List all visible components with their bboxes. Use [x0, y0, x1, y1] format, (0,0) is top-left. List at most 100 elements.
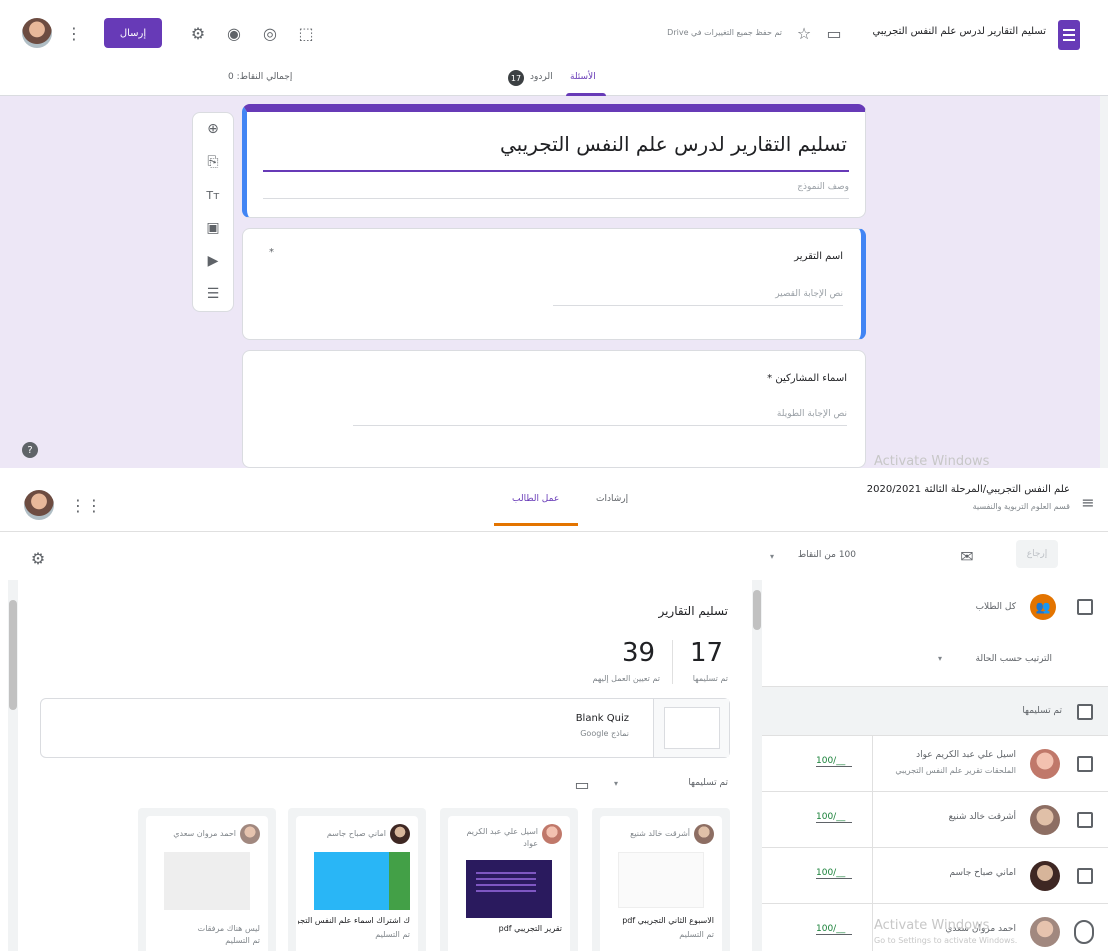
forms-logo-icon[interactable] [1058, 20, 1080, 50]
question-card[interactable]: اسم التقرير * نص الإجابة القصير [242, 228, 866, 340]
question-label[interactable]: اسماء المشاركين * [767, 373, 847, 384]
student-row[interactable]: اسيل علي عبد الكريم عواد الملحقات تقرير … [762, 736, 1108, 792]
grade-input[interactable]: 100/__ [816, 812, 852, 823]
grade-input[interactable]: 100/__ [816, 924, 852, 935]
student-name[interactable]: اماني صباح جاسم [949, 868, 1016, 878]
grade-input[interactable]: 100/__ [816, 868, 852, 879]
stat-assigned-value: 39 [622, 638, 656, 668]
chevron-down-icon[interactable]: ▾ [614, 779, 618, 788]
file-thumbnail [314, 852, 410, 910]
student-avatar [240, 824, 260, 844]
column-divider [872, 904, 873, 951]
tab-student-work[interactable]: عمل الطالب [512, 494, 559, 504]
student-avatar [542, 824, 562, 844]
student-avatar [1030, 805, 1060, 835]
file-name[interactable]: ك اشتراك اسماء علم النفس التجريبي [298, 916, 410, 925]
form-title[interactable]: تسليم التقارير لدرس علم النفس التجريبي [500, 132, 847, 156]
sort-dropdown[interactable]: الترتيب حسب الحالة [976, 654, 1053, 664]
scroll-thumb[interactable] [753, 590, 761, 630]
classroom-header: ⋮⋮ عمل الطالب إرشادات علم النفس التجريبي… [0, 468, 1108, 532]
scroll-thumb[interactable] [9, 600, 17, 710]
student-avatar [1030, 861, 1060, 891]
folder-icon[interactable]: ▭ [822, 21, 846, 45]
section-checkbox[interactable] [1077, 704, 1093, 720]
form-name[interactable]: تسليم التقارير لدرس علم النفس التجريبي [872, 26, 1046, 37]
add-section-icon[interactable]: ☰ [203, 284, 223, 304]
folder-icon[interactable]: ▭ [570, 772, 594, 796]
submission-card[interactable]: احمد مروان سعدي ليس هناك مرفقات تم التسل… [138, 808, 276, 951]
palette-icon[interactable]: ◎ [258, 21, 282, 45]
settings-icon[interactable]: ⚙ [186, 21, 210, 45]
class-name[interactable]: علم النفس التجريبي/المرحلة الثالثة 2020/… [867, 484, 1070, 495]
file-name[interactable]: الاسبوع الثاني التجريبي pdf [602, 916, 714, 925]
forms-scrollbar[interactable] [1100, 96, 1108, 468]
send-button[interactable]: إرسال [104, 18, 162, 48]
thumbnail-lines [476, 872, 536, 874]
activate-windows-watermark: Activate Windows [874, 918, 990, 933]
student-avatar [1030, 917, 1060, 947]
file-thumbnail [618, 852, 704, 908]
question-card[interactable]: اسماء المشاركين * نص الإجابة الطويلة [242, 350, 866, 468]
stat-turned-in-label: تم تسليمها [692, 674, 728, 683]
submission-card[interactable]: أشرقت خالد شنيع الاسبوع الثاني التجريبي … [592, 808, 730, 951]
form-title-card[interactable]: تسليم التقارير لدرس علم النفس التجريبي و… [242, 104, 866, 218]
drive-save-status: تم حفظ جميع التغييرات في Drive [667, 28, 782, 37]
stat-assigned-label: تم تعيين العمل إليهم [592, 674, 660, 683]
tab-responses[interactable]: الردود [530, 72, 553, 82]
student-avatar [694, 824, 714, 844]
return-button[interactable]: إرجاع [1016, 540, 1058, 568]
student-name[interactable]: أشرقت خالد شنيع [949, 812, 1016, 822]
more-vert-icon[interactable]: ⋮ [62, 21, 86, 45]
forms-editor: ⋮ إرسال ⚙ ◉ ◎ ⬚ تسليم التقارير لدرس علم … [0, 0, 1108, 468]
student-name: احمد مروان سعدي [173, 829, 236, 838]
points-select[interactable]: 100 من النقاط [796, 550, 856, 560]
add-video-icon[interactable]: ▶ [203, 251, 223, 271]
submission-card[interactable]: اسيل علي عبد الكريم عواد تقرير التجريبي … [440, 808, 578, 951]
select-all-checkbox[interactable] [1077, 599, 1093, 615]
add-question-icon[interactable]: ⊕ [203, 119, 223, 139]
submission-card[interactable]: اماني صباح جاسم ك اشتراك اسماء علم النفس… [288, 808, 426, 951]
all-students-label[interactable]: كل الطلاب [976, 602, 1016, 612]
help-icon[interactable]: ? [22, 442, 38, 458]
settings-icon[interactable]: ⚙ [26, 546, 50, 570]
empty-thumbnail [164, 852, 250, 910]
menu-icon[interactable]: ≡ [1076, 490, 1100, 514]
chevron-down-icon[interactable]: ▾ [770, 552, 774, 561]
account-avatar[interactable] [24, 490, 54, 520]
submission-card-body: احمد مروان سعدي ليس هناك مرفقات تم التسل… [146, 816, 268, 951]
attachment-card[interactable]: Blank Quiz نماذج Google [40, 698, 730, 758]
short-answer-placeholder: نص الإجابة القصير [553, 289, 843, 306]
account-avatar[interactable] [22, 18, 52, 48]
chevron-down-icon[interactable]: ▾ [938, 654, 942, 663]
active-tab-indicator [566, 93, 606, 96]
apps-grid-icon[interactable]: ⋮⋮ [70, 493, 102, 517]
add-image-icon[interactable]: ▣ [203, 218, 223, 238]
student-row[interactable]: أشرقت خالد شنيع 100/__ [762, 792, 1108, 848]
file-name[interactable]: تقرير التجريبي pdf [450, 924, 562, 933]
filter-dropdown[interactable]: تم تسليمها [688, 778, 728, 788]
student-checkbox[interactable] [1077, 812, 1093, 828]
addon-puzzle-icon[interactable]: ⬚ [294, 21, 318, 45]
tab-instructions[interactable]: إرشادات [596, 494, 628, 504]
student-name: اسيل علي عبد الكريم عواد [466, 827, 538, 848]
star-icon[interactable]: ☆ [792, 21, 816, 45]
student-row[interactable]: اماني صباح جاسم 100/__ [762, 848, 1108, 904]
question-label[interactable]: اسم التقرير [794, 251, 843, 262]
student-checkbox[interactable] [1077, 756, 1093, 772]
grade-input[interactable]: 100/__ [816, 756, 852, 767]
form-description-input[interactable]: وصف النموذج [263, 182, 849, 199]
attachment-thumbnail [653, 699, 729, 757]
add-title-icon[interactable]: Tт [203, 185, 223, 205]
student-name[interactable]: اسيل علي عبد الكريم عواد [916, 750, 1016, 760]
tab-questions[interactable]: الأسئلة [570, 72, 596, 82]
attachment-title[interactable]: Blank Quiz [576, 713, 629, 724]
email-icon[interactable]: ✉ [955, 544, 979, 568]
assignment-title: تسليم التقارير [658, 604, 728, 618]
pane-scrollbar[interactable] [752, 580, 762, 951]
student-checkbox[interactable] [1077, 868, 1093, 884]
preview-eye-icon[interactable]: ◉ [222, 21, 246, 45]
left-scrollbar[interactable] [8, 580, 18, 951]
stat-divider [672, 640, 673, 684]
import-questions-icon[interactable]: ⎘ [203, 152, 223, 172]
submission-status: تم التسليم [679, 930, 714, 939]
